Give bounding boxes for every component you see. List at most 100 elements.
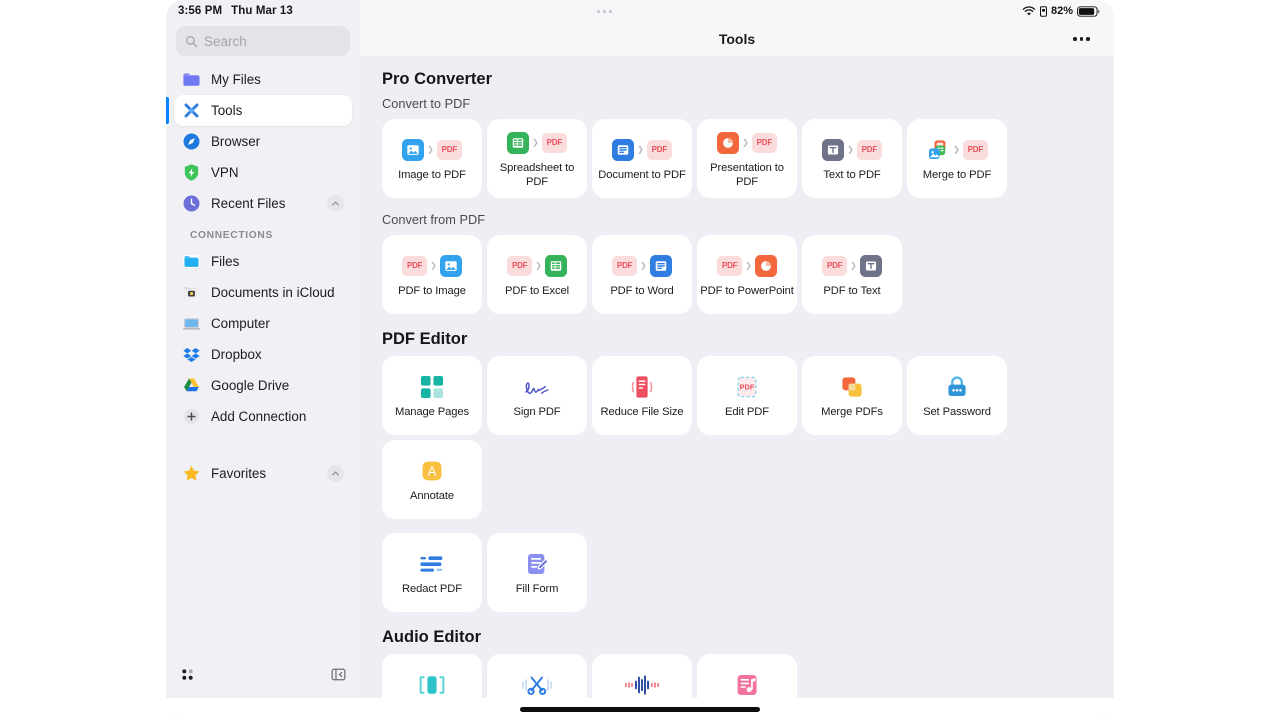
fill-form-icon (524, 551, 550, 577)
pdf-badge: PDF (542, 133, 567, 153)
tools-icon (182, 101, 201, 120)
tool-card-pdf-to-excel[interactable]: PDF ❯ PDF to Excel (487, 235, 587, 314)
recent-files-collapse-button[interactable] (327, 195, 344, 212)
sidebar-item-computer[interactable]: Computer (174, 308, 352, 339)
status-date: Thu Mar 13 (231, 5, 293, 17)
folder-blue-icon (182, 252, 201, 271)
wifi-icon (1022, 6, 1036, 17)
favorites-collapse-button[interactable] (327, 465, 344, 482)
search-input[interactable] (204, 34, 341, 49)
more-dot (1073, 37, 1077, 41)
more-options-button[interactable] (1067, 31, 1096, 47)
pdf-editor-grid-row2: Redact PDF Fill Form (382, 533, 1096, 612)
card-label: Merge PDFs (821, 406, 883, 420)
chevron-right-icon: ❯ (742, 138, 749, 147)
multitask-handle[interactable] (576, 10, 632, 13)
pdf-badge: PDF (857, 140, 882, 160)
tool-card-trim-track[interactable]: Trim Track (382, 654, 482, 698)
subsection-title-convert-to-pdf: Convert to PDF (382, 96, 1096, 111)
status-indicators: 82% (1022, 5, 1100, 17)
card-icons: ❯ PDF (822, 135, 882, 165)
card-icons: PDF ❯ (612, 251, 672, 281)
card-icons (522, 372, 552, 402)
sidebar-item-vpn[interactable]: VPN (174, 157, 352, 188)
sidebar-item-label: Browser (211, 134, 260, 149)
sidebar-item-favorites[interactable]: Favorites (174, 458, 352, 489)
home-indicator[interactable] (520, 707, 760, 712)
tool-card-pdf-to-powerpoint[interactable]: PDF ❯ PDF to PowerPoint (697, 235, 797, 314)
battery-percent: 82% (1051, 5, 1073, 17)
tool-card-spreadsheet-to-pdf[interactable]: ❯ PDF Spreadsheet to PDF (487, 119, 587, 198)
card-label: Manage Pages (395, 406, 469, 420)
sidebar-item-recent-files[interactable]: Recent Files (174, 188, 352, 219)
search-box[interactable] (176, 26, 350, 56)
sidebar-item-label: Recent Files (211, 196, 285, 211)
tool-card-merge-pdfs[interactable]: Merge PDFs (802, 356, 902, 435)
chevron-right-icon: ❯ (637, 145, 644, 154)
tool-card-sign-pdf[interactable]: Sign PDF (487, 356, 587, 435)
card-label: PDF to Excel (505, 285, 569, 299)
sidebar-item-add-connection[interactable]: Add Connection (174, 401, 352, 432)
tool-card-pdf-to-text[interactable]: PDF ❯ PDF to Text (802, 235, 902, 314)
image-icon (440, 255, 462, 277)
card-label: Edit PDF (725, 406, 769, 420)
home-indicator-area (166, 698, 1114, 720)
tool-card-edit-pdf[interactable]: PDF Edit PDF (697, 356, 797, 435)
sidebar-item-tools[interactable]: Tools (174, 95, 352, 126)
subsection-title-convert-from-pdf: Convert from PDF (382, 212, 1096, 227)
page-title: Tools (360, 31, 1114, 47)
tool-card-set-password[interactable]: Set Password (907, 356, 1007, 435)
more-dot (1086, 37, 1090, 41)
compress-icon (628, 374, 656, 400)
collapse-sidebar-icon[interactable] (331, 667, 346, 682)
merge-icon (926, 138, 950, 162)
tool-card-image-to-pdf[interactable]: ❯ PDF Image to PDF (382, 119, 482, 198)
tool-card-text-to-pdf[interactable]: ❯ PDF Text to PDF (802, 119, 902, 198)
card-icons (628, 372, 656, 402)
sidebar-item-my-files[interactable]: My Files (174, 64, 352, 95)
sidebar-item-label: Google Drive (211, 378, 289, 393)
multitask-dot (603, 10, 606, 13)
tool-card-redact-pdf[interactable]: Redact PDF (382, 533, 482, 612)
chevron-right-icon: ❯ (850, 261, 857, 270)
card-label: Document to PDF (598, 169, 685, 183)
tool-card-remove-silence[interactable]: Remove Silence (592, 654, 692, 698)
tool-card-edit-metadata[interactable]: Edit Metadata (697, 654, 797, 698)
tool-card-document-to-pdf[interactable]: ❯ PDF Document to PDF (592, 119, 692, 198)
search-icon (185, 35, 198, 48)
folder-purple-icon (182, 70, 201, 89)
tool-card-merge-to-pdf[interactable]: ❯ PDF Merge to PDF (907, 119, 1007, 198)
signature-icon (522, 374, 552, 400)
card-icons: PDF ❯ (507, 251, 567, 281)
star-icon (182, 464, 201, 483)
svg-text:PDF: PDF (740, 382, 755, 391)
tool-card-manage-pages[interactable]: Manage Pages (382, 356, 482, 435)
tool-card-pdf-to-image[interactable]: PDF ❯ PDF to Image (382, 235, 482, 314)
sidebar-item-browser[interactable]: Browser (174, 126, 352, 157)
tool-card-fill-form[interactable]: Fill Form (487, 533, 587, 612)
tools-content: Pro Converter Convert to PDF ❯ PDF Image… (360, 56, 1114, 698)
card-label: Merge to PDF (923, 169, 991, 183)
pdf-badge: PDF (822, 256, 847, 276)
sidebar-item-documents-in-icloud[interactable]: Documents in iCloud (174, 277, 352, 308)
lock-icon (944, 374, 970, 400)
sidebar-item-label: Dropbox (211, 347, 262, 362)
spreadsheet-icon (507, 132, 529, 154)
pdf-badge: PDF (647, 140, 672, 160)
card-label: Image to PDF (398, 169, 466, 183)
sidebar-item-dropbox[interactable]: Dropbox (174, 339, 352, 370)
tool-card-annotate[interactable]: A Annotate (382, 440, 482, 519)
tool-card-pdf-to-word[interactable]: PDF ❯ PDF to Word (592, 235, 692, 314)
svg-text:A: A (427, 464, 436, 479)
sidebar-item-google-drive[interactable]: Google Drive (174, 370, 352, 401)
sidebar-item-files[interactable]: Files (174, 246, 352, 277)
tool-card-presentation-to-pdf[interactable]: ❯ PDF Presentation to PDF (697, 119, 797, 198)
google-drive-icon (182, 376, 201, 395)
tool-card-reduce-file-size[interactable]: Reduce File Size (592, 356, 692, 435)
grid-dots-icon[interactable] (180, 667, 195, 682)
card-label: PDF to PowerPoint (700, 285, 793, 299)
device-body: 3:56 PM Thu Mar 13 (166, 0, 1114, 698)
manage-pages-icon (419, 374, 445, 400)
tool-card-cut-track[interactable]: Cut Track (487, 654, 587, 698)
scissors-icon (520, 673, 554, 697)
